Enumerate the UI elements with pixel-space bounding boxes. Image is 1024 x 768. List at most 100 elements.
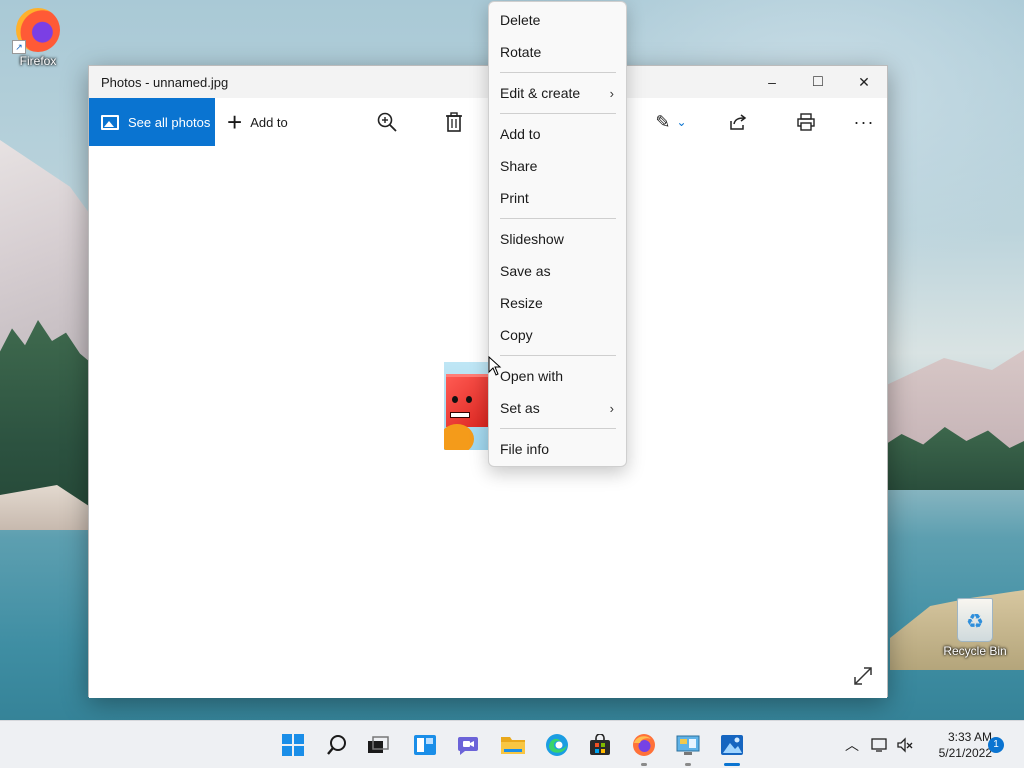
start-icon xyxy=(282,734,304,756)
notification-badge[interactable]: 1 xyxy=(988,737,1004,753)
running-indicator xyxy=(685,763,691,766)
menu-separator xyxy=(500,218,616,219)
fullscreen-button[interactable] xyxy=(851,664,875,688)
tray-volume-button[interactable] xyxy=(895,735,915,755)
volume-muted-icon xyxy=(897,737,913,753)
menu-item-open-with[interactable]: Open with xyxy=(489,361,626,391)
folder-icon xyxy=(501,737,525,754)
menu-item-delete[interactable]: Delete xyxy=(489,5,626,35)
running-indicator xyxy=(641,763,647,766)
menu-item-label: Share xyxy=(500,158,538,174)
taskbar: ︿ 3:33 AM 5/21/2022 1 xyxy=(0,720,1024,768)
menu-item-label: Rotate xyxy=(500,44,542,60)
clock-date: 5/21/2022 xyxy=(938,746,992,760)
plus-icon: + xyxy=(227,107,243,137)
taskbar-control-panel[interactable] xyxy=(672,729,704,766)
running-indicator xyxy=(724,763,740,766)
see-all-photos-button[interactable]: See all photos xyxy=(89,98,215,146)
menu-item-label: Edit & create xyxy=(500,85,581,101)
see-all-photos-label: See all photos xyxy=(128,114,211,130)
firefox-icon xyxy=(633,734,655,756)
expand-icon xyxy=(854,667,872,685)
menu-item-label: Print xyxy=(500,190,529,206)
tray-network-button[interactable] xyxy=(870,735,890,755)
edit-pen-icon: ✎ xyxy=(655,111,671,132)
photo-detail xyxy=(466,396,472,403)
edge-icon xyxy=(546,734,568,756)
menu-item-rotate[interactable]: Rotate xyxy=(489,37,626,67)
task-view-icon xyxy=(368,736,389,753)
photos-icon xyxy=(721,735,743,755)
taskbar-edge[interactable] xyxy=(541,729,573,761)
menu-item-file-info[interactable]: File info xyxy=(489,434,626,464)
photo-detail xyxy=(444,424,474,450)
delete-button[interactable] xyxy=(441,110,467,134)
taskbar-search[interactable] xyxy=(321,729,353,761)
desktop: ↗ Firefox ♻ Recycle Bin Photos - unnamed… xyxy=(0,0,1024,768)
control-panel-icon xyxy=(676,735,700,755)
maximize-button[interactable]: □ xyxy=(795,66,841,98)
desktop-icon-recycle-bin[interactable]: ♻ Recycle Bin xyxy=(937,598,1013,658)
share-icon xyxy=(730,114,747,130)
search-icon xyxy=(327,735,346,755)
store-icon xyxy=(590,734,610,755)
print-button[interactable] xyxy=(793,110,819,134)
maximize-icon: □ xyxy=(813,73,823,90)
menu-item-label: Resize xyxy=(500,295,543,311)
menu-item-set-as[interactable]: Set as › xyxy=(489,393,626,423)
taskbar-photos[interactable] xyxy=(716,729,748,766)
tray-overflow-button[interactable]: ︿ xyxy=(842,735,862,755)
photo-image[interactable] xyxy=(444,362,492,450)
menu-item-add-to[interactable]: Add to xyxy=(489,119,626,149)
menu-item-share[interactable]: Share xyxy=(489,151,626,181)
menu-separator xyxy=(500,72,616,73)
menu-item-label: Add to xyxy=(500,126,541,142)
taskbar-task-view[interactable] xyxy=(362,729,394,761)
chevron-up-icon: ︿ xyxy=(845,737,859,753)
more-options-button[interactable]: ··· xyxy=(851,110,877,134)
menu-item-label: Slideshow xyxy=(500,231,564,247)
menu-item-edit-create[interactable]: Edit & create › xyxy=(489,78,626,108)
chat-icon xyxy=(458,737,478,755)
context-menu: Delete Rotate Edit & create › Add to Shar… xyxy=(488,1,627,467)
share-button[interactable] xyxy=(725,110,751,134)
desktop-icon-label: Firefox xyxy=(19,54,57,68)
taskbar-store[interactable] xyxy=(584,729,616,761)
taskbar-firefox[interactable] xyxy=(628,729,660,766)
menu-separator xyxy=(500,113,616,114)
printer-icon xyxy=(797,113,815,131)
taskbar-chat[interactable] xyxy=(452,729,484,761)
menu-item-label: Copy xyxy=(500,327,533,343)
taskbar-widgets[interactable] xyxy=(409,729,441,761)
mouse-cursor-icon xyxy=(488,356,502,376)
close-icon: ✕ xyxy=(858,73,870,90)
menu-item-copy[interactable]: Copy xyxy=(489,320,626,350)
photo-detail xyxy=(450,412,470,418)
menu-item-label: Open with xyxy=(500,368,564,384)
image-icon xyxy=(101,114,119,130)
menu-item-resize[interactable]: Resize xyxy=(489,288,626,318)
window-title: Photos - unnamed.jpg xyxy=(101,74,229,90)
taskbar-file-explorer[interactable] xyxy=(497,729,529,761)
menu-item-save-as[interactable]: Save as xyxy=(489,256,626,286)
close-button[interactable]: ✕ xyxy=(841,66,887,98)
desktop-icon-firefox[interactable]: ↗ Firefox xyxy=(0,8,76,68)
menu-item-print[interactable]: Print xyxy=(489,183,626,213)
window-controls: – □ ✕ xyxy=(749,66,887,98)
add-to-button[interactable]: + Add to xyxy=(227,98,288,146)
menu-item-label: Delete xyxy=(500,12,541,28)
edit-create-button[interactable]: ✎ ⌄ xyxy=(649,110,693,134)
more-icon: ··· xyxy=(853,111,875,132)
zoom-button[interactable] xyxy=(374,110,400,134)
trash-icon xyxy=(446,112,462,132)
zoom-in-icon xyxy=(377,112,397,132)
chevron-right-icon: › xyxy=(609,85,614,101)
menu-item-slideshow[interactable]: Slideshow xyxy=(489,224,626,254)
menu-separator xyxy=(500,428,616,429)
minimize-button[interactable]: – xyxy=(749,66,795,98)
clock[interactable]: 3:33 AM 5/21/2022 xyxy=(922,729,992,761)
chevron-down-icon: ⌄ xyxy=(676,115,687,129)
taskbar-start[interactable] xyxy=(277,729,309,761)
widgets-icon xyxy=(414,735,436,755)
photo-detail xyxy=(452,396,458,403)
